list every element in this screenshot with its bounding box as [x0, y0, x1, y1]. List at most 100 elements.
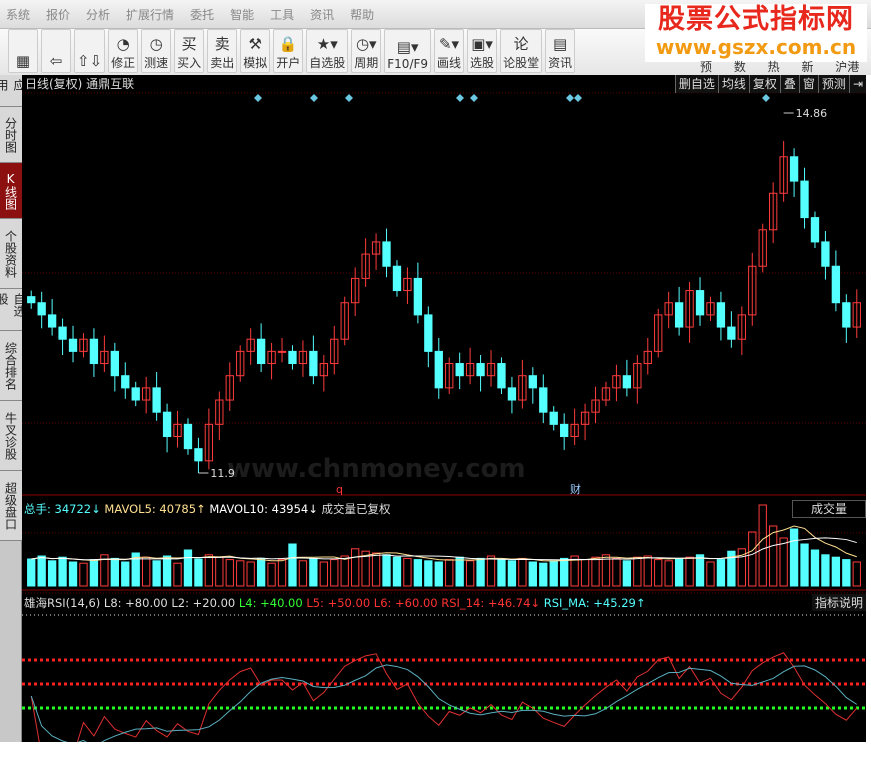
toolbar-button[interactable]: ⚒模拟: [240, 29, 270, 73]
toolbar-button[interactable]: ⇧⇩: [74, 29, 105, 73]
volume-bar: [675, 558, 682, 586]
candle-body: [425, 315, 432, 351]
volume-bar: [519, 558, 526, 586]
volume-bar: [299, 561, 306, 586]
chart-option-button[interactable]: 预测: [818, 75, 849, 93]
toolbar-button[interactable]: ⇦: [41, 29, 71, 73]
finance-marker: 财: [570, 482, 581, 496]
candle-body: [163, 412, 170, 436]
rsi-header: 雄海RSI(14,6) L8: +80.00 L2: +20.00 L4: +4…: [24, 595, 645, 611]
menu-item[interactable]: 扩展行情: [126, 6, 174, 23]
chart-option-button[interactable]: 均线: [718, 75, 749, 93]
indicator-help-button[interactable]: 指标说明: [812, 594, 866, 611]
sidebar-tab[interactable]: K线图: [0, 163, 22, 219]
sidebar-tab[interactable]: 牛叉诊股: [0, 401, 22, 471]
menu-item[interactable]: 资讯: [310, 6, 334, 23]
toolbar-button[interactable]: ★▾自选股: [306, 29, 348, 73]
rsi-l8: L8: +80.00: [104, 596, 168, 610]
volume-bar: [561, 558, 568, 586]
candle-body: [383, 242, 390, 266]
volume-bar: [143, 557, 150, 586]
volume-bar: [320, 562, 327, 586]
menu-item[interactable]: 报价: [46, 6, 70, 23]
candle-body: [184, 424, 191, 448]
rsi-l5: L5: +50.00: [306, 596, 370, 610]
star-folder-icon: ★▾: [317, 34, 338, 54]
menu-item[interactable]: 工具: [270, 6, 294, 23]
toolbar-button[interactable]: ▦: [8, 29, 38, 73]
chart-canvas[interactable]: www.chnmoney.com14.8611.9财q: [22, 75, 866, 742]
candle-body: [717, 303, 724, 327]
up-down-icon: ⇧⇩: [77, 51, 102, 71]
sell-icon: 卖: [215, 34, 230, 54]
volume-bar: [529, 562, 536, 586]
toolbar-button[interactable]: ▤▾F10/F9: [384, 29, 431, 73]
volume-bar: [425, 561, 432, 586]
candle-body: [289, 351, 296, 363]
volume-bar: [122, 562, 129, 586]
volume-bar: [237, 561, 244, 586]
menu-item[interactable]: 委托: [190, 6, 214, 23]
sidebar-tab[interactable]: 分时图: [0, 107, 22, 163]
chart-option-button[interactable]: 窗: [799, 75, 818, 93]
toolbar-button[interactable]: ◷测速: [141, 29, 171, 73]
volume-bar: [749, 532, 756, 586]
logo-title: 股票公式指标网: [645, 4, 867, 36]
lun-icon: 论: [514, 34, 529, 54]
volume-bar: [111, 558, 118, 586]
candle-body: [790, 157, 797, 181]
volume-bar: [414, 560, 421, 586]
toolbar-button[interactable]: 论论股堂: [500, 29, 542, 73]
menu-item[interactable]: 帮助: [350, 6, 374, 23]
volume-bar: [80, 563, 87, 586]
sidebar-tab[interactable]: 自选股: [0, 289, 22, 331]
volume-bar: [665, 561, 672, 586]
fix-icon: ◔: [117, 34, 130, 54]
toolbar-button[interactable]: ▣▾选股: [467, 29, 497, 73]
volume-bar: [174, 563, 181, 586]
toolbar-button[interactable]: 买买入: [174, 29, 204, 73]
toolbar-button[interactable]: ✎▾画线: [434, 29, 464, 73]
sidebar-tab[interactable]: 超级盘口: [0, 471, 22, 541]
menu-item[interactable]: 分析: [86, 6, 110, 23]
volume-bar: [581, 560, 588, 586]
toolbar-button[interactable]: 卖卖出: [207, 29, 237, 73]
chart-option-button[interactable]: 复权: [749, 75, 780, 93]
volume-bar: [48, 561, 55, 586]
volume-bar: [289, 544, 296, 586]
candle-body: [801, 181, 808, 217]
volume-bar: [268, 563, 275, 586]
volume-bar: [383, 555, 390, 586]
candle-body: [59, 327, 66, 339]
chart-option-button[interactable]: ⇥: [849, 75, 866, 93]
volume-bar: [38, 556, 45, 586]
sidebar-tab[interactable]: 应用: [0, 75, 22, 107]
chart-option-button[interactable]: 删自选: [675, 75, 718, 93]
mavol10-value: MAVOL10: 43954↓: [209, 502, 318, 516]
volume-bar: [686, 557, 693, 586]
menu-item[interactable]: 系统: [6, 6, 30, 23]
toolbar-label: 测速: [144, 54, 168, 71]
volume-bar: [352, 549, 359, 586]
rsi-l6: L6: +60.00: [374, 596, 438, 610]
hammer-icon: ⚒: [248, 34, 261, 54]
toolbar-button[interactable]: ◷▾周期: [351, 29, 381, 73]
volume-bar: [28, 559, 35, 586]
toolbar-button[interactable]: ◔修正: [108, 29, 138, 73]
watermark-text: www.chnmoney.com: [227, 454, 526, 484]
chart-option-button[interactable]: 叠: [780, 75, 799, 93]
toolbar-button[interactable]: 🔒开户: [273, 29, 303, 73]
sidebar-tab[interactable]: 个股资料: [0, 219, 22, 289]
toolbar-button[interactable]: ▤资讯: [545, 29, 575, 73]
sidebar-tab[interactable]: 综合排名: [0, 331, 22, 401]
toolbar-label: 周期: [354, 54, 378, 71]
volume-bar: [163, 556, 170, 586]
candle-body: [153, 388, 160, 412]
toolbar-label: 画线: [437, 54, 461, 71]
volume-bar: [759, 505, 766, 586]
volume-indicator-button[interactable]: 成交量: [792, 500, 866, 518]
menu-item[interactable]: 智能: [230, 6, 254, 23]
candle-body: [257, 339, 264, 363]
chart-area[interactable]: www.chnmoney.com14.8611.9财q 日线(复权) 通鼎互联 …: [22, 75, 866, 742]
clock-icon: ◷: [150, 34, 163, 54]
